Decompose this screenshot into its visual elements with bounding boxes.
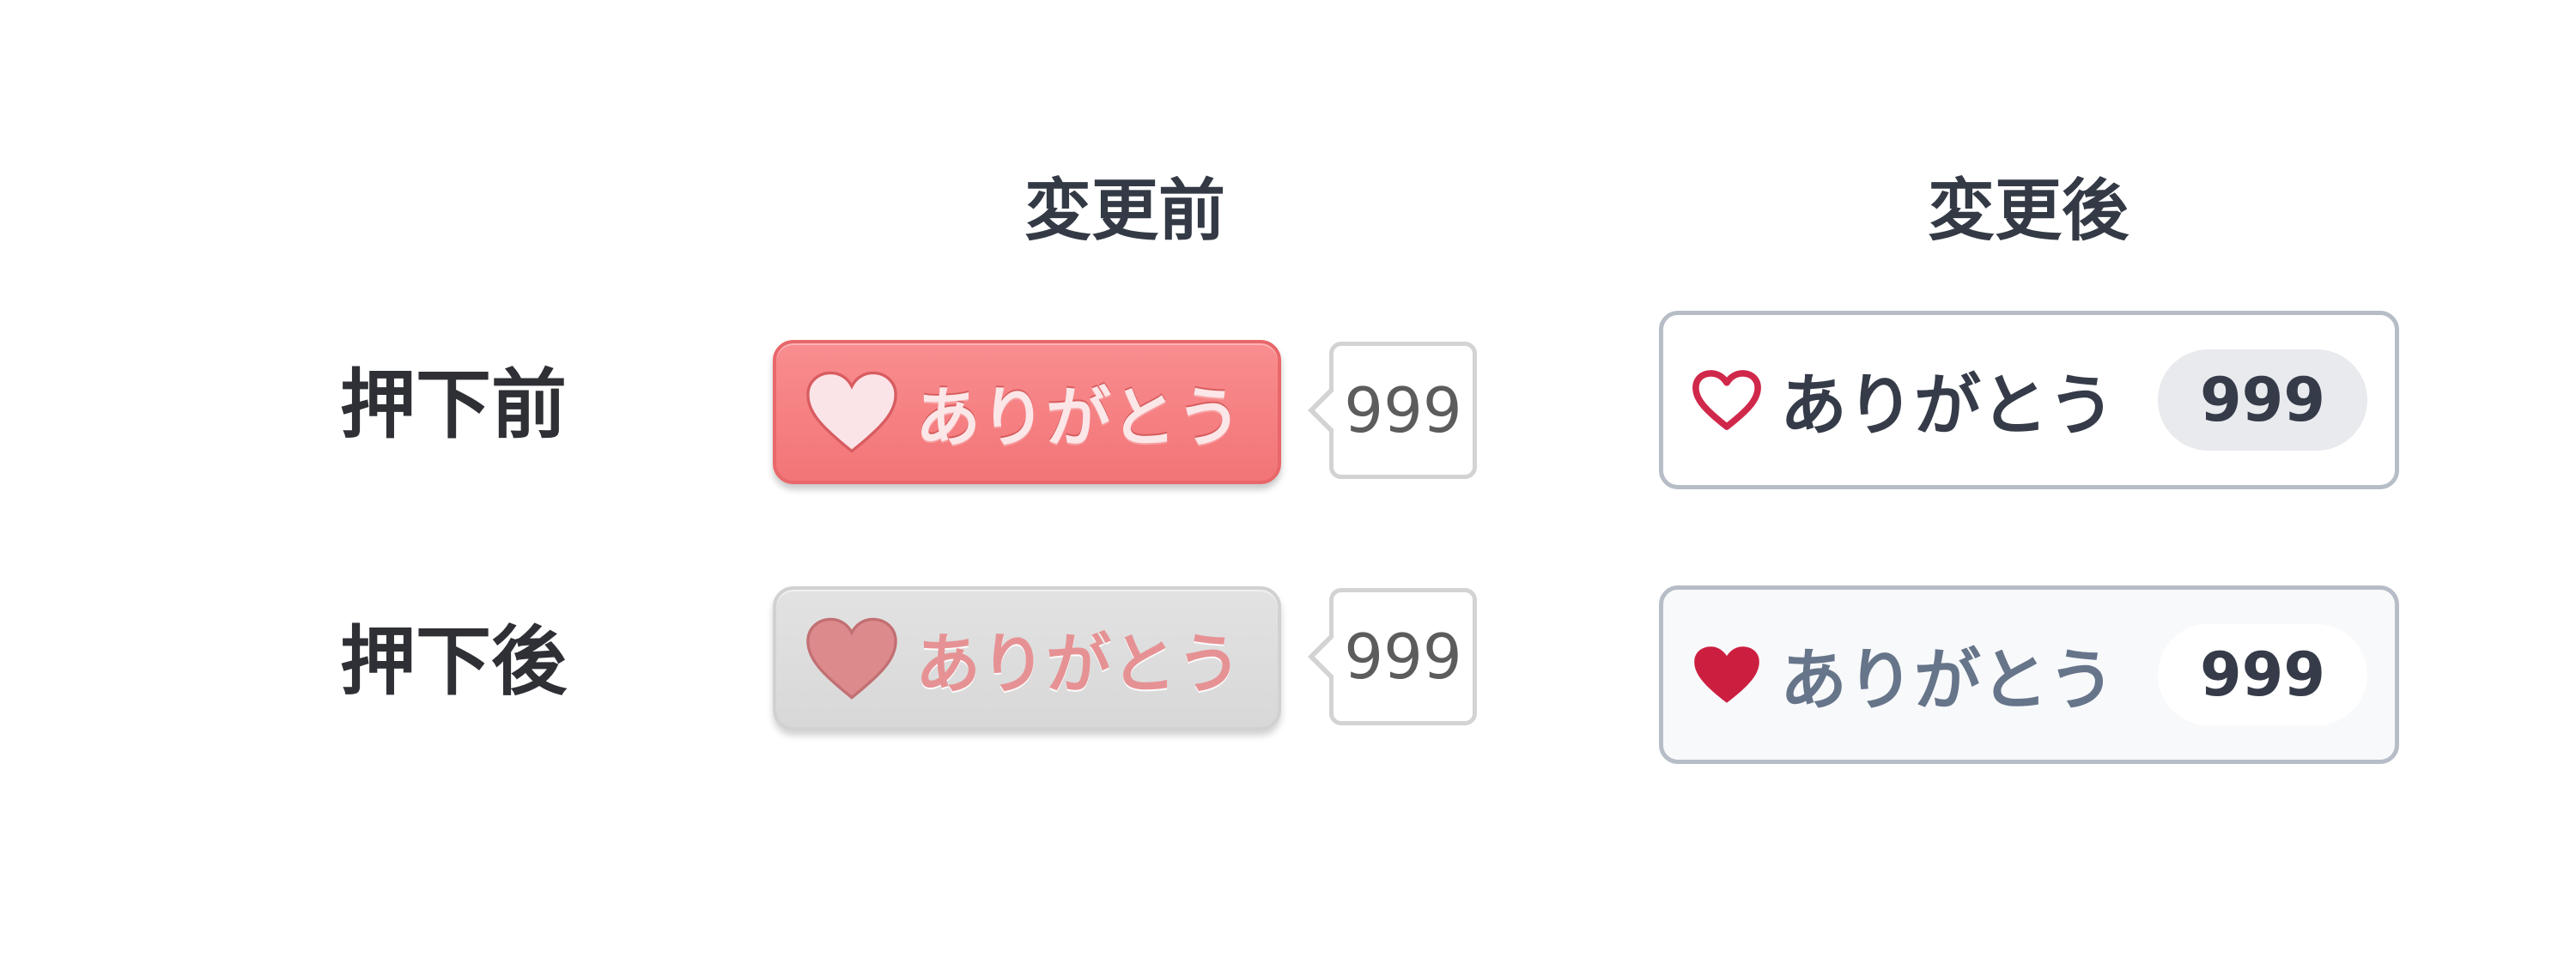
heart-outline-icon: [1692, 370, 1761, 430]
heart-icon: [806, 371, 897, 453]
row-label-after-press: 押下後: [340, 617, 568, 706]
column-header-after-change: 変更後: [1927, 173, 2129, 250]
new-thanks-label: ありがとう: [1780, 642, 2116, 719]
row-label-before-press: 押下前: [340, 361, 568, 449]
old-thanks-label: ありがとう: [915, 379, 1242, 456]
heart-icon: [806, 617, 897, 700]
new-count-pill: 999: [2158, 624, 2367, 725]
new-thanks-button-unpressed[interactable]: ありがとう 999: [1659, 311, 2399, 489]
heart-filled-icon: [1694, 646, 1759, 703]
old-thanks-button-pressed[interactable]: ありがとう: [773, 586, 1281, 731]
old-count-value: 999: [1344, 621, 1462, 693]
old-count-bubble-pressed: 999: [1308, 588, 1477, 725]
bubble-tail-inner: [1315, 391, 1334, 430]
old-thanks-button-unpressed[interactable]: ありがとう: [773, 340, 1281, 484]
column-header-before-change: 変更前: [1024, 173, 1225, 250]
new-thanks-button-pressed[interactable]: ありがとう 999: [1659, 585, 2399, 764]
new-thanks-label: ありがとう: [1780, 367, 2116, 445]
old-count-value: 999: [1344, 374, 1462, 446]
bubble-tail-inner: [1315, 637, 1334, 676]
old-thanks-label: ありがとう: [915, 626, 1242, 702]
new-count-pill: 999: [2158, 349, 2367, 451]
old-count-bubble-unpressed: 999: [1308, 342, 1477, 479]
